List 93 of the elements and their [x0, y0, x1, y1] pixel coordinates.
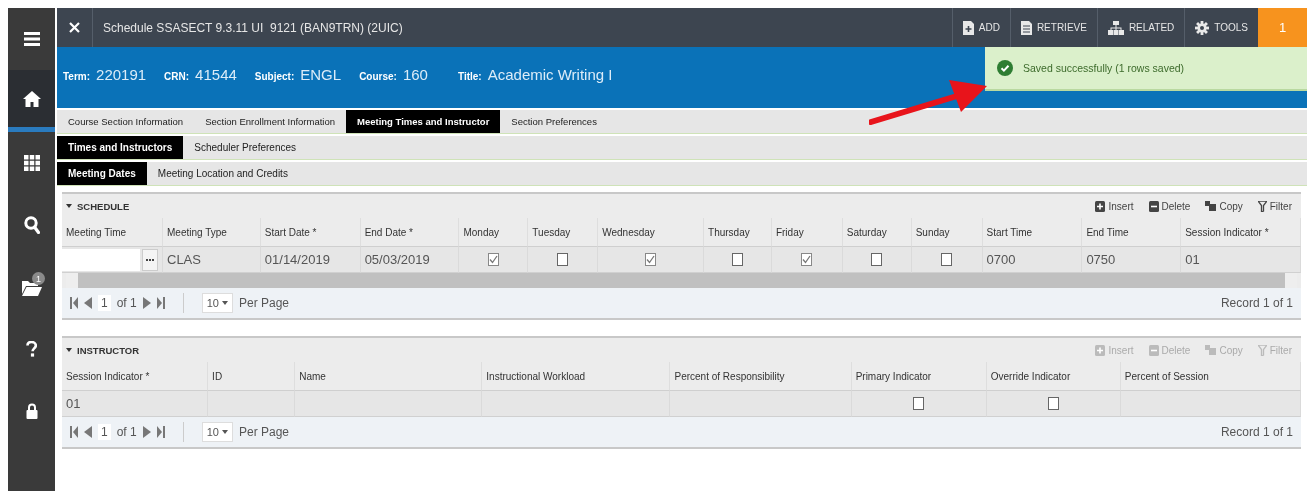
- copy-icon: [1205, 201, 1217, 211]
- record-count: Record 1 of 1: [1220, 425, 1293, 439]
- tab[interactable]: Scheduler Preferences: [183, 136, 308, 159]
- tab[interactable]: Meeting Times and Instructor: [346, 110, 501, 133]
- caret-icon: [221, 301, 228, 305]
- next-page-icon[interactable]: [142, 297, 151, 309]
- page-field[interactable]: 1: [98, 295, 111, 311]
- field-value: 160: [402, 66, 428, 83]
- input-field[interactable]: [62, 248, 140, 271]
- search-icon[interactable]: [23, 216, 40, 234]
- check-icon: [802, 255, 812, 264]
- table-cell: 0700: [982, 247, 1083, 273]
- section-title: SCHEDULE: [77, 200, 131, 212]
- tab[interactable]: Meeting Dates: [57, 162, 147, 185]
- lookup-button[interactable]: [142, 248, 158, 271]
- plus-icon: [1095, 344, 1106, 356]
- tab[interactable]: Course Section Information: [57, 110, 195, 133]
- filter-icon: [1257, 200, 1267, 212]
- last-page-icon[interactable]: [156, 297, 165, 309]
- section-title: INSTRUCTOR: [77, 344, 141, 356]
- table-cell: 05/03/2019: [360, 247, 460, 273]
- field-label: CRN:: [164, 71, 190, 82]
- home-icon[interactable]: [22, 90, 41, 107]
- per-page-label: Per Page: [238, 296, 289, 310]
- first-page-icon[interactable]: [70, 426, 78, 438]
- previous-page-icon[interactable]: [84, 297, 92, 309]
- sidebar-item[interactable]: [8, 70, 55, 132]
- insert-button[interactable]: Insert: [1090, 200, 1139, 212]
- next-page-icon[interactable]: [142, 426, 151, 438]
- notification-badge: 1: [32, 272, 45, 285]
- folder-icon[interactable]: [21, 278, 42, 296]
- checkbox[interactable]: [871, 253, 883, 266]
- gear-icon: [1195, 20, 1210, 35]
- record-count: Record 1 of 1: [1220, 296, 1293, 310]
- sitemap-icon: [1107, 20, 1124, 35]
- checkbox[interactable]: [913, 397, 925, 410]
- ellipsis-icon: [146, 258, 154, 261]
- filter-button[interactable]: Filter: [1252, 200, 1297, 212]
- table-cell: 01: [1181, 247, 1301, 273]
- checkbox[interactable]: [487, 253, 499, 266]
- field-label: Title:: [457, 71, 482, 82]
- page-count: of 1: [116, 425, 137, 439]
- table-cell: 0750: [1082, 247, 1182, 273]
- plus-icon: [1095, 200, 1106, 212]
- table-cell: CLAS: [163, 247, 261, 273]
- checkbox[interactable]: [1047, 397, 1059, 410]
- last-page-icon[interactable]: [156, 426, 165, 438]
- check-icon: [646, 255, 656, 264]
- field-value: Academic Writing I: [487, 66, 613, 83]
- check-circle-icon: [997, 60, 1013, 76]
- page-count: of 1: [116, 296, 137, 310]
- grid-icon[interactable]: [23, 155, 40, 171]
- caret-icon: [221, 430, 228, 434]
- field-label: Term:: [63, 71, 91, 82]
- tab[interactable]: Meeting Location and Credits: [146, 162, 299, 185]
- per-page-label: Per Page: [238, 425, 289, 439]
- minus-icon: [1148, 200, 1159, 212]
- checkbox[interactable]: [732, 253, 743, 266]
- document-icon: [962, 20, 974, 35]
- notification-message: Saved successfully (1 rows saved): [1023, 62, 1185, 74]
- help-icon[interactable]: [26, 341, 37, 357]
- menu-icon[interactable]: [23, 32, 40, 46]
- table-cell: 01: [62, 391, 209, 417]
- document-icon: [1020, 20, 1032, 35]
- field-label: Subject:: [254, 71, 295, 82]
- close-icon[interactable]: [69, 22, 80, 33]
- minus-icon: [1148, 344, 1159, 356]
- page-field[interactable]: 1: [98, 424, 111, 440]
- table-cell: 01/14/2019: [260, 247, 361, 273]
- tab[interactable]: Section Enrollment Information: [194, 110, 347, 133]
- checkbox[interactable]: [645, 253, 657, 266]
- field-value: 220191: [96, 66, 147, 83]
- copy-icon: [1205, 345, 1217, 355]
- field-label: Course:: [359, 71, 397, 82]
- per-page-select[interactable]: 10: [201, 422, 233, 442]
- field-value: ENGL: [300, 66, 342, 83]
- checkbox[interactable]: [941, 253, 953, 266]
- first-page-icon[interactable]: [70, 297, 78, 309]
- tab[interactable]: Times and Instructors: [57, 136, 184, 159]
- previous-page-icon[interactable]: [84, 426, 92, 438]
- collapse-icon[interactable]: [66, 204, 72, 208]
- tab[interactable]: Section Preferences: [500, 110, 608, 133]
- per-page-select[interactable]: 10: [201, 293, 233, 313]
- copy-button[interactable]: Copy: [1200, 200, 1248, 212]
- window-title: Schedule SSASECT 9.3.11 UI 9121 (BAN9TRN) (2UIC): [102, 19, 404, 37]
- delete-button[interactable]: Delete: [1143, 200, 1196, 212]
- checkbox[interactable]: [557, 253, 569, 266]
- collapse-icon[interactable]: [66, 348, 72, 352]
- field-value: 41544: [195, 66, 237, 83]
- lock-icon[interactable]: [25, 403, 38, 419]
- check-icon: [488, 255, 498, 264]
- checkbox[interactable]: [801, 253, 813, 266]
- filter-icon: [1257, 344, 1267, 356]
